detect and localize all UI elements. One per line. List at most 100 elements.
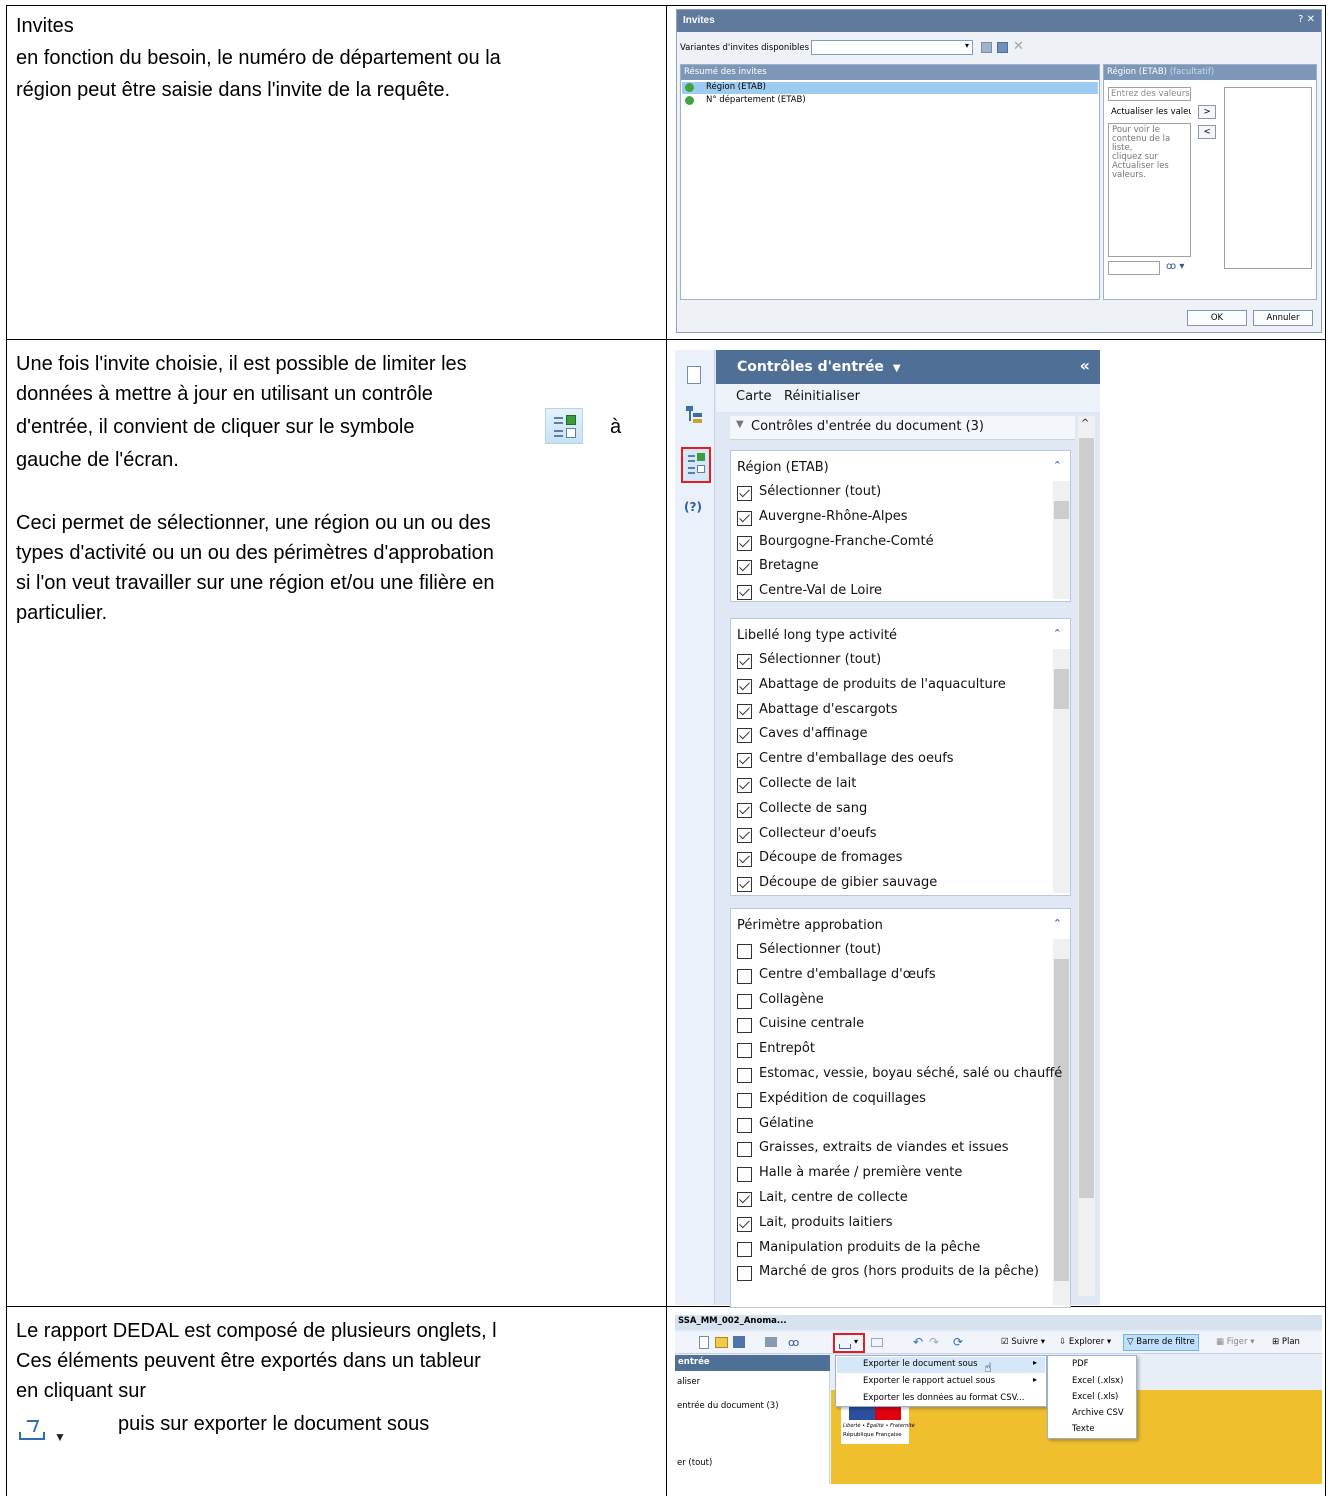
redo-icon[interactable]: ↷: [929, 1335, 939, 1349]
checkbox[interactable]: [737, 802, 752, 818]
checkbox[interactable]: [737, 678, 752, 694]
submenu-pdf[interactable]: PDF: [1072, 1359, 1089, 1369]
new-doc-icon[interactable]: [699, 1336, 709, 1349]
checkbox[interactable]: [737, 753, 752, 769]
follow-button[interactable]: ☑ Suivre ▾: [1001, 1337, 1045, 1347]
variants-select[interactable]: ▾: [811, 40, 973, 55]
selected-values-list[interactable]: [1224, 87, 1312, 269]
submenu-xlsx[interactable]: Excel (.xlsx): [1072, 1376, 1123, 1386]
checkbox-label[interactable]: Sélectionner (tout): [759, 484, 881, 499]
checkbox-label[interactable]: Cuisine centrale: [759, 1016, 864, 1031]
binoculars-icon[interactable]: ꝏ ▾: [1166, 261, 1184, 272]
checkbox[interactable]: [737, 852, 752, 868]
undo-icon[interactable]: ↶: [913, 1335, 923, 1349]
collapse-icon[interactable]: «: [1080, 356, 1090, 375]
checkbox[interactable]: [737, 703, 752, 719]
add-value-button[interactable]: >: [1198, 105, 1216, 119]
checkbox-label[interactable]: Entrepôt: [759, 1041, 815, 1056]
checkbox-label[interactable]: Sélectionner (tout): [759, 942, 881, 957]
checkbox[interactable]: [737, 968, 752, 984]
scroll-thumb[interactable]: [1079, 438, 1094, 1198]
checkbox-label[interactable]: Abattage de produits de l'aquaculture: [759, 677, 1006, 692]
checkbox-label[interactable]: Marché de gros (hors produits de la pêch…: [759, 1264, 1039, 1279]
cancel-button[interactable]: Annuler: [1253, 310, 1313, 326]
scroll-thumb[interactable]: [1054, 501, 1069, 519]
save-icon[interactable]: [733, 1336, 745, 1348]
checkbox-label[interactable]: Graisses, extraits de viandes et issues: [759, 1140, 1009, 1155]
refresh-values-button[interactable]: Actualiser les valeurs: [1108, 105, 1191, 120]
refresh-icon[interactable]: ⟳: [953, 1335, 963, 1349]
checkbox[interactable]: [737, 1142, 752, 1158]
group-scrollbar[interactable]: [1053, 649, 1070, 893]
checkbox[interactable]: [737, 585, 752, 601]
checkbox-label[interactable]: Estomac, vessie, boyau séché, salé ou ch…: [759, 1066, 1062, 1081]
checkbox[interactable]: [737, 993, 752, 1009]
checkbox-label[interactable]: Centre-Val de Loire: [759, 583, 882, 598]
remove-value-button[interactable]: <: [1198, 125, 1216, 139]
submenu-csv-archive[interactable]: Archive CSV: [1072, 1408, 1124, 1418]
export-button[interactable]: ▾: [833, 1333, 865, 1353]
doc-tab[interactable]: SSA_MM_002_Anoma...: [678, 1316, 787, 1326]
open-icon[interactable]: [715, 1337, 728, 1348]
checkbox[interactable]: [737, 778, 752, 793]
checkbox[interactable]: [737, 1192, 752, 1207]
filter-bar-button[interactable]: ▽ Barre de filtre: [1123, 1334, 1199, 1351]
side-reset[interactable]: aliser: [677, 1377, 700, 1387]
explore-button[interactable]: ⇩ Explorer ▾: [1059, 1337, 1111, 1347]
collapse-group-icon[interactable]: ⌃: [1053, 627, 1062, 640]
search-input[interactable]: [1108, 261, 1160, 275]
checkbox-label[interactable]: Auvergne-Rhône-Alpes: [759, 509, 908, 524]
ok-button[interactable]: OK: [1187, 310, 1247, 326]
enter-values-input[interactable]: Entrez des valeurs: [1108, 87, 1191, 101]
input-controls-tab-icon[interactable]: [681, 447, 711, 483]
submenu-text[interactable]: Texte: [1072, 1424, 1094, 1434]
checkbox-label[interactable]: Abattage d'escargots: [759, 702, 898, 717]
freeze-button[interactable]: ▦ Figer ▾: [1216, 1337, 1254, 1347]
group-scrollbar[interactable]: [1053, 939, 1070, 1305]
scroll-thumb[interactable]: [1054, 669, 1069, 709]
checkbox[interactable]: [737, 1043, 752, 1059]
scroll-thumb[interactable]: [1054, 959, 1069, 1281]
chevron-down-icon[interactable]: ▼: [893, 363, 901, 374]
help-icon[interactable]: (?): [684, 500, 702, 514]
find-icon[interactable]: ꝏ: [788, 1336, 799, 1349]
group-scrollbar[interactable]: [1053, 481, 1070, 599]
checkbox[interactable]: [737, 877, 752, 893]
checkbox-label[interactable]: Bretagne: [759, 558, 819, 573]
checkbox-label[interactable]: Collecteur d'oeufs: [759, 826, 877, 841]
outer-scrollbar[interactable]: ^: [1078, 416, 1095, 1296]
submenu-xls[interactable]: Excel (.xls): [1072, 1392, 1118, 1402]
checkbox[interactable]: [737, 486, 752, 501]
checkbox[interactable]: [737, 728, 752, 744]
menu-export-document[interactable]: Exporter le document sous: [863, 1359, 978, 1369]
side-select-all[interactable]: er (tout): [677, 1458, 712, 1468]
save-icon[interactable]: [981, 42, 992, 53]
menu-reset[interactable]: Réinitialiser: [784, 389, 860, 404]
menu-export-report[interactable]: Exporter le rapport actuel sous: [863, 1376, 995, 1386]
save-as-icon[interactable]: [997, 42, 1008, 53]
checkbox-label[interactable]: Découpe de gibier sauvage: [759, 875, 937, 890]
checkbox-label[interactable]: Découpe de fromages: [759, 850, 902, 865]
prompt-departement[interactable]: N° département (ETAB): [706, 95, 806, 105]
menu-map[interactable]: Carte: [736, 389, 771, 404]
checkbox[interactable]: [737, 654, 752, 669]
checkbox[interactable]: [737, 1241, 752, 1257]
mail-icon[interactable]: [871, 1338, 883, 1347]
prompt-region[interactable]: Région (ETAB): [706, 82, 766, 92]
checkbox[interactable]: [737, 1266, 752, 1282]
checkbox[interactable]: [737, 510, 752, 526]
checkbox-label[interactable]: Bourgogne-Franche-Comté: [759, 534, 934, 549]
checkbox[interactable]: [737, 1167, 752, 1183]
checkbox[interactable]: [737, 560, 752, 576]
checkbox-label[interactable]: Lait, produits laitiers: [759, 1215, 893, 1230]
checkbox[interactable]: [737, 1018, 752, 1034]
help-close-icons[interactable]: ? ✕: [1298, 14, 1315, 25]
structure-icon[interactable]: [686, 406, 702, 424]
checkbox[interactable]: [737, 1092, 752, 1108]
checkbox-label[interactable]: Collecte de lait: [759, 776, 856, 791]
checkbox-label[interactable]: Collecte de sang: [759, 801, 867, 816]
checkbox[interactable]: [737, 827, 752, 843]
checkbox-label[interactable]: Gélatine: [759, 1116, 814, 1131]
collapse-group-icon[interactable]: ⌃: [1053, 459, 1062, 472]
checkbox-label[interactable]: Sélectionner (tout): [759, 652, 881, 667]
